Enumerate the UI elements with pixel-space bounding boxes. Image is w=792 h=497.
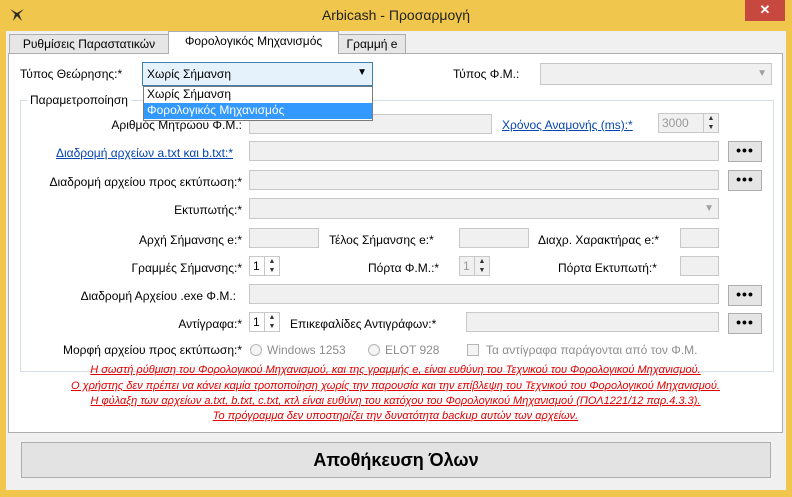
stepper-arrows-icon[interactable]: ▲ ▼: [264, 313, 279, 331]
group-title: Παραμετροποίηση: [27, 93, 131, 107]
warning-line-3: Η φύλαξη των αρχείων a.txt, b.txt, c.txt…: [90, 395, 701, 407]
wait-time-stepper[interactable]: 3000 ▲ ▼: [658, 113, 719, 133]
close-button[interactable]: ✕: [745, 0, 785, 21]
browse-headers-button[interactable]: •••: [728, 313, 762, 334]
exe-path-field[interactable]: [249, 284, 719, 304]
copy-headers-label: Επικεφαλίδες Αντιγράφων:*: [290, 317, 437, 331]
elot-928-label: ELOT 928: [385, 343, 440, 357]
copy-headers-field[interactable]: [466, 312, 719, 332]
browse-files-button[interactable]: •••: [728, 141, 762, 162]
window-title: Arbicash - Προσαρμογή: [321, 7, 471, 23]
printer-port-field[interactable]: [680, 256, 719, 276]
warning-line-4: Το πρόγραμμα δεν υποστηρίζει την δυνατότ…: [212, 410, 579, 422]
printer-select[interactable]: ▼: [249, 198, 719, 219]
copies-value: 1: [253, 315, 260, 329]
view-type-select[interactable]: Χωρίς Σήμανση ▼: [142, 62, 373, 86]
warning-line-1: Η σωστή ρύθμιση του Φορολογικού Μηχανισμ…: [90, 364, 701, 376]
mark-end-field[interactable]: [459, 228, 529, 248]
separator-label: Διαχρ. Χαρακτήρας e:*: [538, 233, 660, 247]
stepper-arrows-icon[interactable]: ▲ ▼: [264, 257, 279, 275]
copies-from-fm-checkbox[interactable]: [467, 344, 479, 356]
files-path-field[interactable]: [249, 141, 719, 161]
copies-from-fm-label: Τα αντίγραφα παράγονται από τον Φ.Μ.: [486, 343, 698, 357]
mark-lines-label: Γραμμές Σήμανσης:*: [131, 261, 242, 275]
copies-stepper[interactable]: 1 ▲ ▼: [249, 312, 280, 332]
wait-time-link[interactable]: Χρόνος Αναμονής (ms):*: [502, 118, 633, 132]
copies-label: Αντίγραφα:*: [178, 317, 242, 331]
fm-type-select[interactable]: ▼: [540, 63, 772, 85]
view-type-label: Τύπος Θεώρησης:*: [20, 67, 123, 81]
browse-print-file-button[interactable]: •••: [728, 170, 762, 191]
radio-windows-1253[interactable]: [250, 344, 262, 356]
mark-end-label: Τέλος Σήμανσης e:*: [329, 233, 434, 247]
mark-lines-value: 1: [253, 259, 260, 273]
stepper-arrows-icon[interactable]: ▲ ▼: [474, 257, 489, 275]
printer-label: Εκτυπωτής:*: [174, 203, 242, 217]
stepper-arrows-icon[interactable]: ▲ ▼: [703, 114, 718, 132]
print-file-path-label: Διαδρομή αρχείου προς εκτύπωση:*: [49, 175, 242, 189]
radio-elot-928[interactable]: [368, 344, 380, 356]
tab-fiscal-mechanism[interactable]: Φορολογικός Μηχανισμός: [168, 31, 339, 54]
tab-line-e[interactable]: Γραμμή e: [338, 34, 406, 54]
files-path-link[interactable]: Διαδρομή αρχείων a.txt και b.txt:*: [56, 146, 233, 160]
windows-1253-label: Windows 1253: [267, 343, 346, 357]
fm-type-label: Τύπος Φ.Μ.:: [453, 67, 520, 81]
view-type-option-fiscal[interactable]: Φορολογικός Μηχανισμός: [144, 103, 372, 119]
browse-exe-button[interactable]: •••: [728, 285, 762, 306]
exe-path-label: Διαδρομή Αρχείου .exe Φ.Μ.:: [80, 289, 236, 303]
view-type-option-none[interactable]: Χωρίς Σήμανση: [144, 87, 372, 103]
mark-start-field[interactable]: [249, 228, 319, 248]
tab-document-settings[interactable]: Ρυθμίσεις Παραστατικών: [9, 34, 169, 54]
view-type-value: Χωρίς Σήμανση: [147, 67, 232, 81]
printer-port-label: Πόρτα Εκτυπωτή:*: [558, 261, 657, 275]
chevron-down-icon: ▼: [704, 203, 714, 214]
print-format-label: Μορφή αρχείου προς εκτύπωση:*: [62, 343, 242, 357]
fm-port-stepper[interactable]: 1 ▲ ▼: [459, 256, 490, 276]
save-all-button[interactable]: Αποθήκευση Όλων: [21, 442, 771, 478]
mark-start-label: Αρχή Σήμανσης e:*: [139, 233, 242, 247]
chevron-down-icon: ▼: [757, 68, 767, 79]
warning-line-2: Ο χρήστης δεν πρέπει να κάνει καμία τροπ…: [71, 380, 720, 392]
separator-field[interactable]: [680, 228, 719, 248]
chevron-down-icon: ▼: [357, 67, 367, 78]
fm-port-value: 1: [463, 259, 470, 273]
print-file-path-field[interactable]: [249, 170, 719, 190]
wait-time-value: 3000: [662, 116, 689, 130]
mark-lines-stepper[interactable]: 1 ▲ ▼: [249, 256, 280, 276]
view-type-dropdown-list: Χωρίς Σήμανση Φορολογικός Μηχανισμός: [143, 86, 373, 121]
fm-port-label: Πόρτα Φ.Μ.:*: [368, 261, 440, 275]
